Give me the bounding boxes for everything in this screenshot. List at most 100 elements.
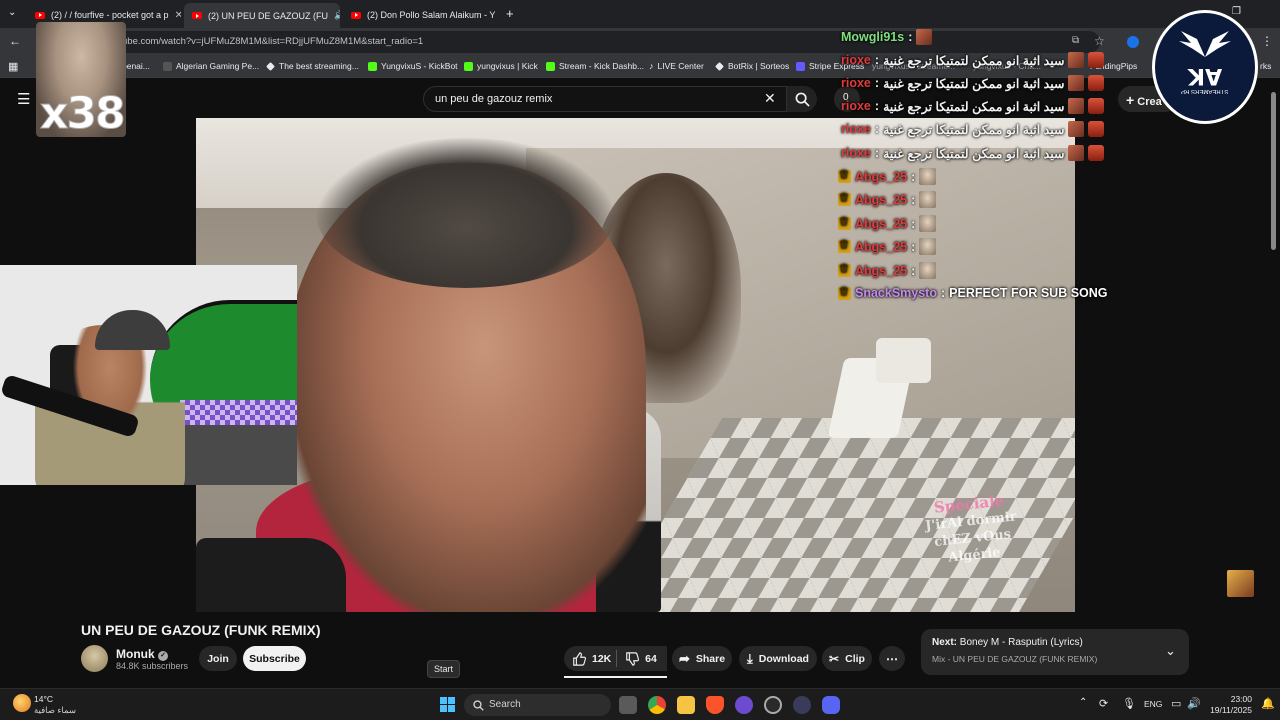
discord-icon[interactable]	[822, 696, 840, 714]
back-arrow-icon[interactable]: ←	[9, 34, 21, 48]
window-maximize-icon[interactable]: ❐	[1232, 6, 1241, 17]
network-icon[interactable]: ▭	[1171, 697, 1181, 710]
bookmark-item[interactable]: BotRix | Sorteos	[715, 61, 789, 71]
tab-search-icon[interactable]: ⌄	[8, 7, 16, 18]
file-explorer-icon[interactable]	[677, 696, 695, 714]
chevron-down-icon[interactable]: ⌄	[1165, 643, 1176, 659]
apps-grid-icon[interactable]: ▦	[8, 60, 18, 73]
chat-message: SnackSmysto : PERFECT FOR SUB SONG	[838, 285, 1108, 300]
tab-don-pollo[interactable]: (2) Don Pollo Salam Alaikum - Y	[343, 4, 497, 26]
bookmark-item[interactable]: YungvixuS - KickBot	[368, 61, 458, 71]
video-frame-microphone	[196, 538, 346, 612]
hamburger-menu-icon[interactable]: ☰	[17, 90, 30, 108]
tab-label: (2) / / fourfive - pocket got a p	[51, 10, 169, 20]
chat-emote-icon	[1068, 52, 1085, 68]
crown-badge-icon	[838, 262, 851, 277]
subscriber-count: 84.8K subscribers	[116, 661, 189, 671]
clock-date[interactable]: 19/11/2025	[1207, 705, 1252, 715]
chat-emote-icon	[919, 238, 937, 255]
up-next-title: Next: Boney M - Rasputin (Lyrics)	[932, 637, 1083, 648]
crown-badge-icon	[838, 168, 851, 183]
bookmark-item[interactable]: Stream - Kick Dashb...	[546, 61, 644, 71]
emote-icon	[1227, 570, 1254, 597]
channel-name[interactable]: Monuk ✓	[116, 647, 169, 661]
dislike-button[interactable]: 64	[617, 646, 665, 671]
search-input[interactable]: un peu de gazouz remix ✕	[423, 86, 787, 112]
obs-icon[interactable]	[764, 696, 782, 714]
volume-icon[interactable]: 🔊	[1187, 697, 1201, 710]
join-button[interactable]: Join	[199, 646, 237, 671]
crown-badge-icon	[838, 285, 851, 300]
page-scrollbar[interactable]	[1271, 92, 1276, 250]
tab-un-peu-de-gazouz[interactable]: (2) UN PEU DE GAZOUZ (FU 🔊 ✕	[184, 3, 340, 28]
speaker-icon[interactable]: 🔊	[334, 10, 340, 21]
channel-avatar[interactable]	[81, 645, 108, 672]
download-button[interactable]: ⤓ Download	[739, 646, 817, 671]
eagle-icon	[1179, 31, 1231, 57]
bookmark-item[interactable]: The best streaming...	[266, 61, 359, 71]
chat-emote-icon	[919, 215, 937, 232]
chrome-icon[interactable]	[648, 696, 666, 714]
task-view-icon[interactable]	[619, 696, 637, 714]
new-tab-icon[interactable]: +	[506, 6, 514, 21]
chat-message: rioxe : سيد اثبة انو ممكن لتمتيكا ترجع غ…	[841, 75, 1105, 91]
sync-icon[interactable]: ⟳	[1099, 697, 1108, 710]
bookmark-favicon-icon	[163, 61, 172, 71]
url-text: ube.com/watch?v=jUFMuZ8M1M&list=RDjjUFMu…	[122, 36, 424, 47]
bookmark-favicon-icon	[715, 61, 724, 71]
search-button[interactable]	[787, 86, 817, 112]
brave-icon[interactable]	[706, 696, 724, 714]
thumbs-down-icon	[626, 651, 640, 666]
bookmark-item[interactable]: rks	[1260, 61, 1271, 71]
app-icon[interactable]	[735, 696, 753, 714]
bookmark-item[interactable]: Algerian Gaming Pe...	[163, 61, 259, 71]
address-bar[interactable]: ube.com/watch?v=jUFMuZ8M1M&list=RDjjUFMu…	[100, 31, 1100, 53]
microphone-icon[interactable]: 🎙	[1122, 697, 1136, 710]
bookmark-item[interactable]: yungvixus | Kick	[464, 61, 538, 71]
chat-emote-icon	[1068, 75, 1085, 91]
windows-start-icon[interactable]	[440, 697, 456, 713]
crown-badge-icon	[838, 191, 851, 206]
chevron-up-icon[interactable]: ⌃	[1079, 697, 1087, 708]
stripe-favicon-icon	[796, 61, 805, 71]
youtube-favicon-icon	[35, 11, 45, 19]
video-player[interactable]: Spéciale J'irAl dormir chEZ vOus Algérie	[196, 118, 1075, 612]
crown-badge-icon	[838, 238, 851, 253]
windows-taskbar: 14°C سماء صافية Search ⌃ ⟳ 🎙 ENG ▭ 🔊 23:…	[0, 688, 1280, 720]
chat-emote-icon	[919, 191, 937, 208]
chat-badge-icon	[1088, 75, 1105, 91]
chat-message: Abgs_25 :	[838, 238, 937, 255]
weather-description: سماء صافية	[34, 705, 76, 715]
video-watermark: Spéciale J'irAl dormir chEZ vOus Algérie	[924, 491, 1018, 566]
app-icon[interactable]	[793, 696, 811, 714]
browser-menu-icon[interactable]: ⋮	[1261, 34, 1273, 48]
share-button[interactable]: ➦ Share	[672, 646, 732, 671]
close-icon[interactable]: ✕	[175, 10, 181, 21]
bookmark-item[interactable]: benai...	[122, 61, 150, 71]
chat-message: Abgs_25 :	[838, 262, 937, 279]
install-app-icon[interactable]: ⧉	[1072, 35, 1079, 46]
taskbar-search-box[interactable]: Search	[464, 694, 611, 716]
clip-button[interactable]: ✂ Clip	[822, 646, 872, 671]
browser-tab-strip: ⌄ (2) / / fourfive - pocket got a p ✕ (2…	[0, 0, 1280, 28]
youtube-favicon-icon	[192, 12, 202, 19]
language-indicator[interactable]: ENG	[1144, 699, 1162, 709]
crown-badge-icon	[838, 215, 851, 230]
chat-badge-icon	[1088, 52, 1105, 68]
clock-time[interactable]: 23:00	[1226, 694, 1252, 704]
video-frame-bench	[876, 338, 931, 383]
up-next-panel[interactable]: Next: Boney M - Rasputin (Lyrics) Mix - …	[921, 629, 1189, 675]
bookmark-favicon-icon	[266, 61, 275, 71]
weather-icon[interactable]	[13, 694, 31, 712]
extension-icon[interactable]	[1127, 36, 1139, 48]
chat-badge-icon	[1088, 98, 1105, 114]
more-actions-button[interactable]: ⋯	[879, 646, 905, 671]
subscribe-button[interactable]: Subscribe	[243, 646, 306, 671]
notification-bell-icon[interactable]: 🔔	[1261, 697, 1275, 710]
clear-search-icon[interactable]: ✕	[764, 90, 776, 107]
bookmark-star-icon[interactable]: ☆	[1094, 34, 1105, 48]
chat-message: Abgs_25 :	[838, 168, 937, 185]
chat-message: rioxe : سيد اثبة انو ممكن لتمتيكا ترجع غ…	[841, 145, 1105, 161]
streamer-webcam	[0, 265, 297, 485]
bookmark-item[interactable]: ♪ LIVE Center	[649, 61, 704, 71]
